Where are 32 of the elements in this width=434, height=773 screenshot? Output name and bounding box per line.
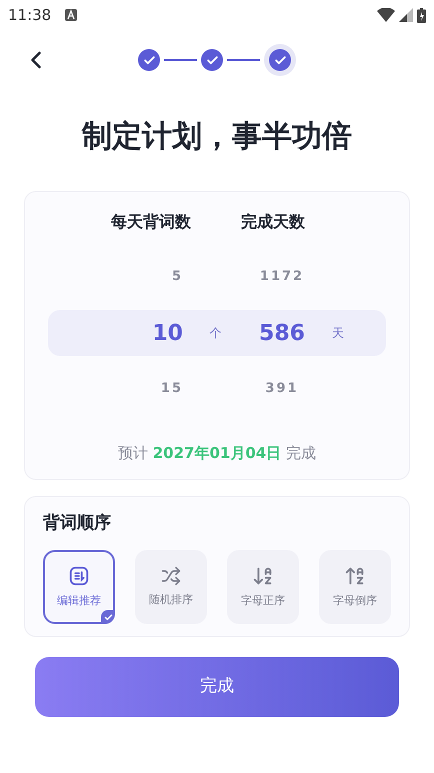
wifi-icon (377, 8, 395, 22)
picker-value[interactable]: 586 (259, 316, 305, 350)
selected-badge (101, 610, 115, 624)
picker-value[interactable]: 391 (265, 379, 299, 399)
order-option[interactable]: 字母正序 (227, 550, 299, 624)
picker-value[interactable]: 1172 (260, 267, 304, 287)
signal-icon (399, 8, 413, 22)
sort-descending-icon (344, 564, 366, 587)
check-icon (142, 54, 156, 66)
column-header: 完成天数 (241, 211, 305, 233)
picker-value[interactable]: 15 (160, 379, 183, 399)
status-time: 11:38 (8, 4, 52, 26)
unit-label: 天 (332, 325, 344, 342)
order-option[interactable]: 编辑推荐 (43, 550, 115, 624)
column-header: 每天背词数 (111, 211, 192, 233)
shuffle-icon (161, 566, 181, 586)
step-connector (164, 59, 197, 61)
page-title: 制定计划，事半功倍 (80, 118, 353, 156)
step-connector (227, 59, 260, 61)
list-icon (68, 564, 90, 587)
submit-button[interactable]: 完成 (35, 657, 399, 717)
unit-label: 个 (210, 325, 222, 342)
order-option[interactable]: 字母倒序 (319, 550, 391, 624)
picker-value[interactable]: 10 (152, 316, 183, 350)
estimate-text: 预计 2027年01月04日 完成 (116, 443, 318, 464)
check-icon (274, 54, 286, 66)
section-title: 背词顺序 (43, 512, 112, 534)
picker-value[interactable]: 5 (172, 267, 183, 287)
order-option[interactable]: 随机排序 (135, 550, 207, 624)
notification-icon (65, 9, 78, 21)
battery-icon (417, 8, 426, 22)
check-icon (206, 54, 218, 66)
